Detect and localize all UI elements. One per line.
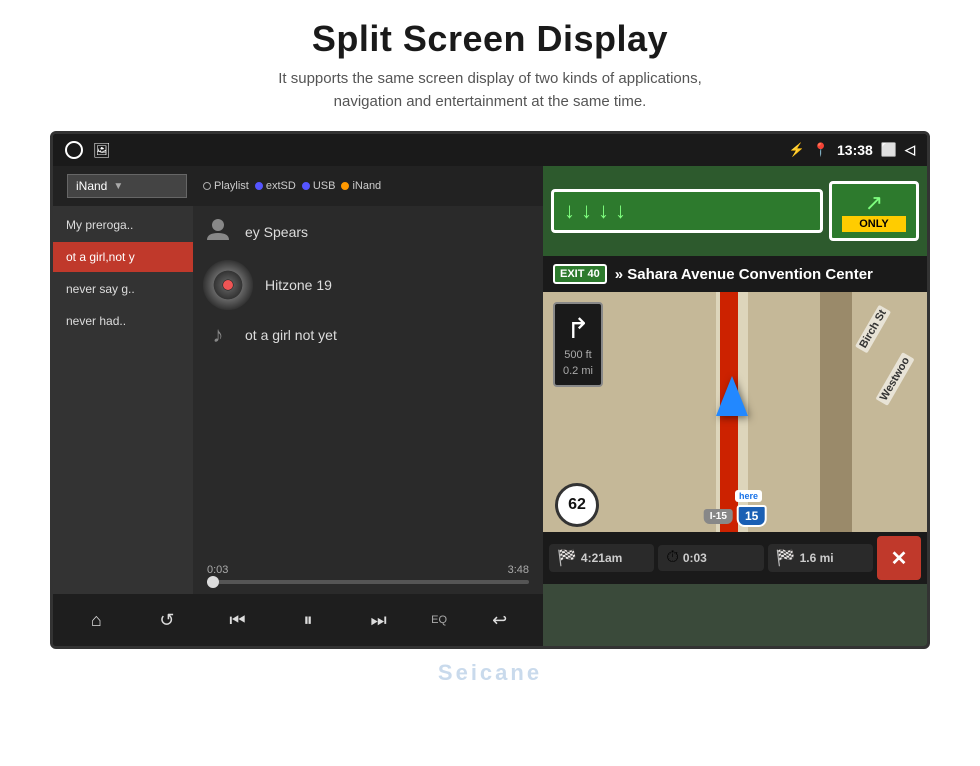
device-frame: 🖼 ⚡ 📍 13:38 ⬜ ◁ iNand ▼ Playlist: [50, 131, 930, 649]
circle-icon: [65, 141, 83, 159]
eta-arrival: 4:21am: [581, 551, 622, 565]
radio-inand-icon: [341, 182, 349, 190]
source-tab-extsd[interactable]: extSD: [255, 180, 296, 192]
music-body: My preroga.. ot a girl,not y never say g…: [53, 206, 543, 594]
time-total: 3:48: [508, 564, 529, 576]
radio-usb-icon: [302, 182, 310, 190]
progress-area: 0:03 3:48: [203, 564, 533, 584]
here-logo: here: [735, 490, 762, 502]
only-badge: ONLY: [842, 216, 906, 232]
nav-eta-elapsed: ⏱ 0:03: [658, 545, 763, 571]
album-name: Hitzone 19: [265, 277, 332, 293]
player-info: ey Spears Hitzone 19 ♪ ot a girl not yet: [203, 216, 533, 348]
arrow-down-2: ↓: [581, 198, 592, 224]
arrow-down-1: ↓: [564, 198, 575, 224]
screen-icon: ⬜: [881, 142, 897, 158]
turn-distance: 500 ft: [564, 349, 592, 361]
vinyl-disc-icon: [203, 260, 253, 310]
nav-bottom-bar: 🏁 4:21am ⏱ 0:03 🏁 1.6 mi ✕: [543, 532, 927, 584]
status-left: 🖼: [65, 141, 111, 159]
speed-limit-badge: 62: [555, 483, 599, 527]
artist-icon: [203, 216, 233, 248]
arrow-right-up-icon: ↗: [842, 190, 906, 216]
turn-icon: ↱: [566, 312, 589, 345]
playback-controls: ⌂ ↺ ⏮ ⏸ ⏭ EQ ↩: [53, 594, 543, 646]
road-vertical: [820, 292, 852, 532]
arrow-down-4: ↓: [615, 198, 626, 224]
source-label: iNand: [76, 179, 107, 193]
turn-indicator: ↱ 500 ft 0.2 mi: [553, 302, 603, 387]
playlist-item-3[interactable]: never had..: [53, 306, 193, 336]
eq-button[interactable]: EQ: [431, 614, 447, 626]
location-icon: 📍: [813, 142, 829, 158]
exit-badge: EXIT 40: [553, 264, 607, 284]
bluetooth-icon: ⚡: [789, 142, 805, 158]
page-title: Split Screen Display: [0, 18, 980, 60]
prev-button[interactable]: ⏮: [219, 602, 255, 638]
nav-eta-distance: 🏁 1.6 mi: [768, 544, 873, 572]
eta-elapsed: 0:03: [683, 551, 707, 565]
artist-row: ey Spears: [203, 216, 533, 248]
playlist-item-2[interactable]: never say g..: [53, 274, 193, 304]
source-tab-playlist[interactable]: Playlist: [203, 180, 249, 192]
turn-distance-mi: 0.2 mi: [563, 365, 593, 377]
radio-playlist-icon: [203, 182, 211, 190]
player-main: ey Spears Hitzone 19 ♪ ot a girl not yet: [193, 206, 543, 594]
arrow-down-3: ↓: [598, 198, 609, 224]
chevron-down-icon: ▼: [113, 181, 123, 192]
flag-start-icon: 🏁: [557, 548, 577, 568]
page-subtitle: It supports the same screen display of t…: [0, 68, 980, 113]
source-tab-inand[interactable]: iNand: [341, 180, 381, 192]
back-button[interactable]: ↩: [482, 602, 518, 638]
clock-icon: ⏱: [666, 549, 678, 567]
next-button[interactable]: ⏭: [361, 602, 397, 638]
time-current: 0:03: [207, 564, 228, 576]
exit-destination: » Sahara Avenue Convention Center: [615, 266, 873, 283]
time-row: 0:03 3:48: [207, 564, 529, 576]
highway-number: 15: [737, 505, 766, 527]
music-note-icon: ♪: [203, 322, 233, 348]
track-name: ot a girl not yet: [245, 327, 337, 343]
flag-end-icon: 🏁: [776, 548, 796, 568]
nav-close-button[interactable]: ✕: [877, 536, 921, 580]
highway-sign-green: ↓ ↓ ↓ ↓: [551, 189, 823, 233]
highway-shield: I-15 15: [704, 505, 767, 527]
playlist-item-0[interactable]: My preroga..: [53, 210, 193, 240]
source-tab-usb[interactable]: USB: [302, 180, 336, 192]
repeat-button[interactable]: ↺: [149, 602, 185, 638]
source-tabs: Playlist extSD USB iNand: [203, 180, 537, 192]
highway-sign-right: ↗ ONLY: [829, 181, 919, 241]
track-row: ♪ ot a girl not yet: [203, 322, 533, 348]
status-bar: 🖼 ⚡ 📍 13:38 ⬜ ◁: [53, 134, 927, 166]
artist-name: ey Spears: [245, 224, 308, 240]
map-area: Birch St Westwoo ↱ 500 ft 0.2 mi here 62…: [543, 292, 927, 532]
nav-panel: ↓ ↓ ↓ ↓ ↗ ONLY EXIT 40 » Sahara Avenue C…: [543, 166, 927, 646]
status-time: 13:38: [837, 142, 873, 158]
exit-banner: EXIT 40 » Sahara Avenue Convention Cente…: [543, 256, 927, 292]
playlist-item-1[interactable]: ot a girl,not y: [53, 242, 193, 272]
progress-thumb: [207, 576, 219, 588]
highway-signs: ↓ ↓ ↓ ↓ ↗ ONLY: [543, 166, 927, 256]
split-container: iNand ▼ Playlist extSD USB: [53, 166, 927, 646]
highway-label: I-15: [704, 509, 733, 524]
nav-eta-start: 🏁 4:21am: [549, 544, 654, 572]
source-selector[interactable]: iNand ▼: [67, 174, 187, 198]
image-icon: 🖼: [93, 142, 111, 159]
progress-bar[interactable]: [207, 580, 529, 584]
playlist-sidebar: My preroga.. ot a girl,not y never say g…: [53, 206, 193, 594]
home-button[interactable]: ⌂: [78, 602, 114, 638]
radio-extsd-icon: [255, 182, 263, 190]
back-icon: ◁: [905, 142, 915, 158]
nav-direction-arrow: [716, 376, 748, 416]
status-right: ⚡ 📍 13:38 ⬜ ◁: [789, 142, 915, 158]
eta-distance: 1.6 mi: [800, 551, 834, 565]
music-panel: iNand ▼ Playlist extSD USB: [53, 166, 543, 646]
album-row: Hitzone 19: [203, 260, 533, 310]
play-pause-button[interactable]: ⏸: [290, 602, 326, 638]
page-header: Split Screen Display It supports the sam…: [0, 0, 980, 123]
